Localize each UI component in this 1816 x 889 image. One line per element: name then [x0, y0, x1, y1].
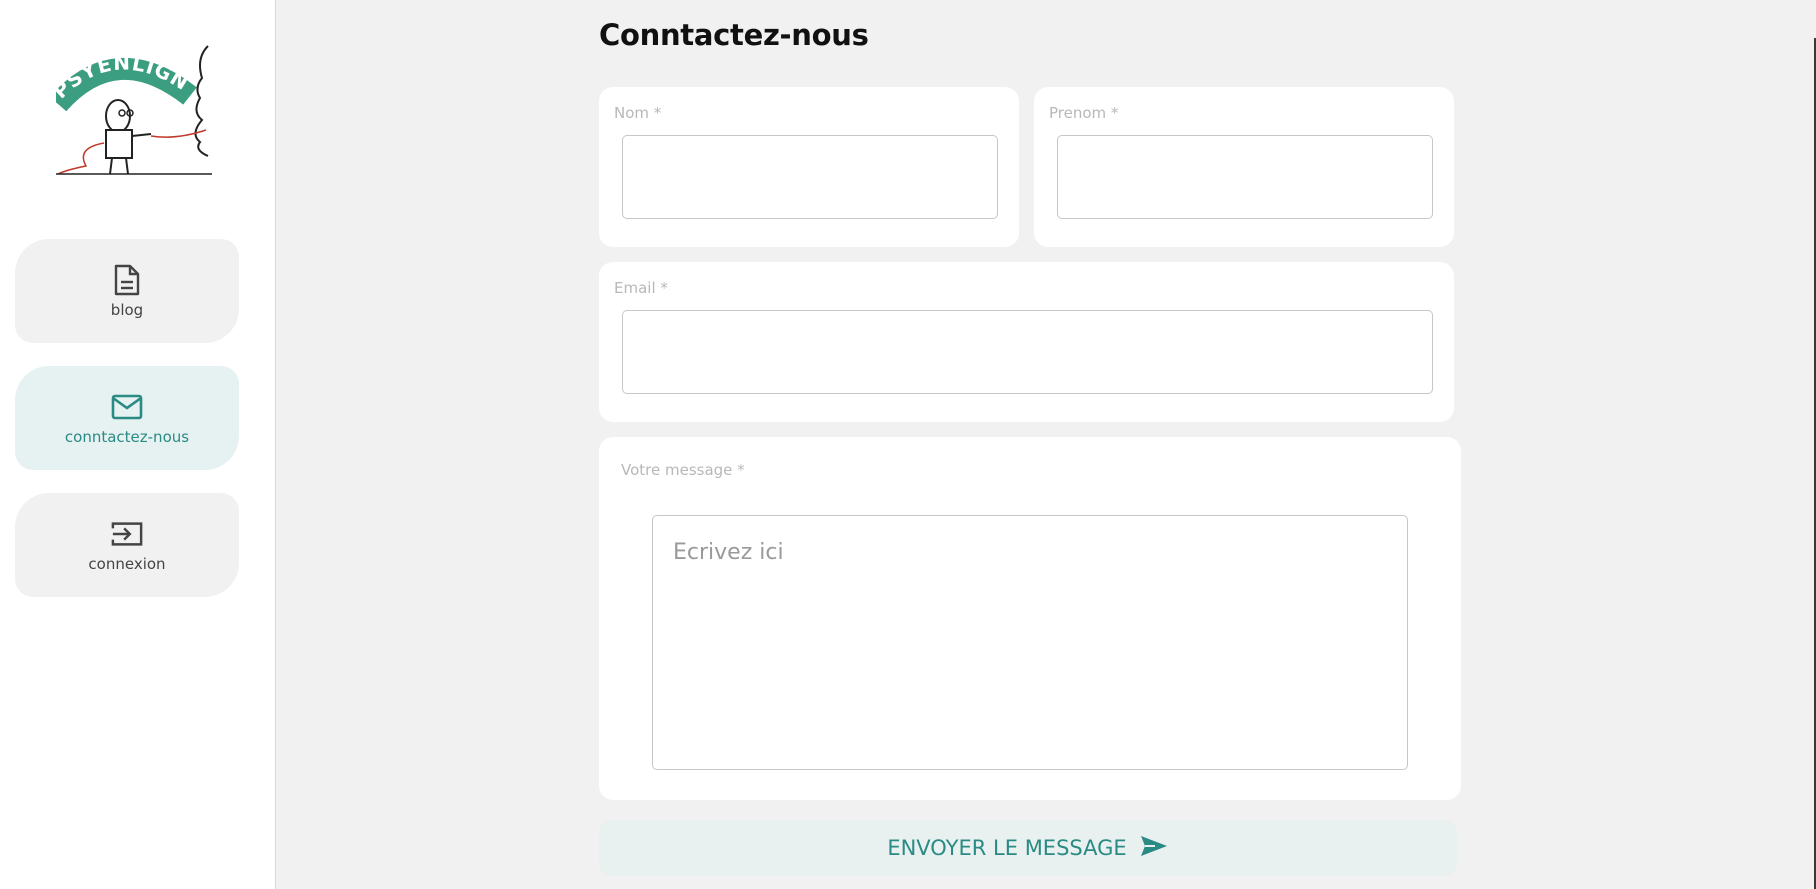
- prenom-input[interactable]: [1057, 135, 1433, 219]
- sidebar-item-label: conntactez-nous: [64, 428, 190, 446]
- nom-input[interactable]: [622, 135, 998, 219]
- nom-label: Nom *: [614, 104, 662, 122]
- logo[interactable]: PSYENLIGNE: [48, 19, 212, 178]
- sidebar-item-label: blog: [110, 301, 144, 319]
- sidebar-item-label: connexion: [88, 555, 166, 573]
- prenom-label: Prenom *: [1049, 104, 1119, 122]
- email-label: Email *: [614, 279, 668, 297]
- sidebar: PSYENLIGNE blog conntactez-nous: [0, 0, 276, 889]
- sidebar-item-blog[interactable]: blog: [15, 239, 239, 343]
- page-title: Conntactez-nous: [599, 18, 869, 52]
- nom-card: Nom *: [599, 87, 1019, 247]
- submit-button[interactable]: ENVOYER LE MESSAGE: [599, 820, 1457, 876]
- sidebar-item-contact[interactable]: conntactez-nous: [15, 366, 239, 470]
- mail-icon: [111, 390, 143, 424]
- logo-image: PSYENLIGNE: [48, 19, 212, 175]
- sidebar-item-connexion[interactable]: connexion: [15, 493, 239, 597]
- message-card: Votre message *: [599, 437, 1461, 800]
- email-card: Email *: [599, 262, 1454, 422]
- submit-label: ENVOYER LE MESSAGE: [887, 836, 1127, 860]
- message-label: Votre message *: [621, 461, 745, 479]
- message-textarea[interactable]: [652, 515, 1408, 770]
- document-icon: [111, 263, 143, 297]
- send-icon: [1139, 834, 1169, 863]
- email-input[interactable]: [622, 310, 1433, 394]
- prenom-card: Prenom *: [1034, 87, 1454, 247]
- login-icon: [111, 517, 143, 551]
